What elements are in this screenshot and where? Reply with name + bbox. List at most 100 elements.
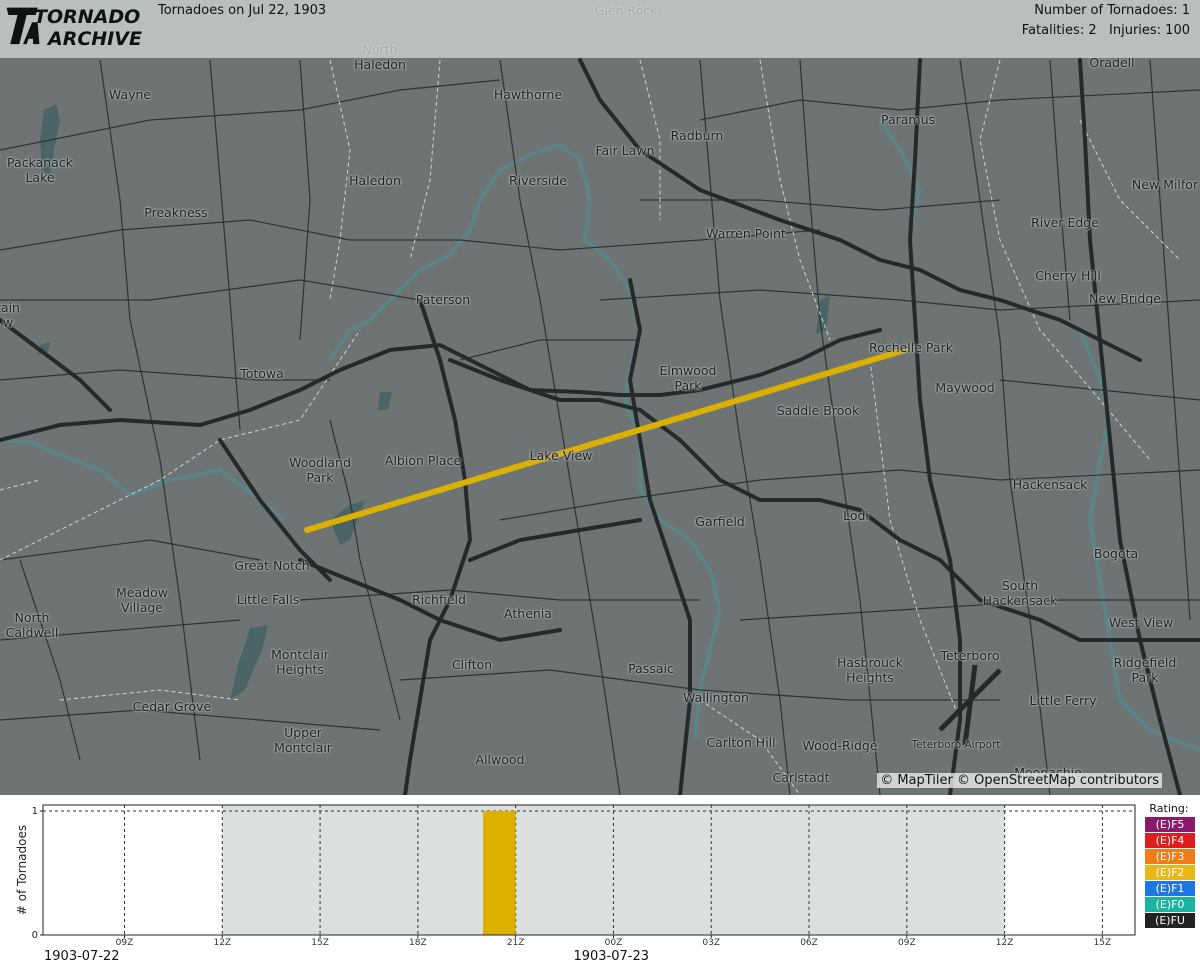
place-label-text: South xyxy=(1001,578,1039,593)
place-label: Bogota xyxy=(1094,546,1138,561)
place-label: Little Ferry xyxy=(1029,693,1096,708)
place-label: Woodland Park xyxy=(289,455,351,485)
tornado-count: Number of Tornadoes: 1 xyxy=(1034,3,1190,18)
place-label: New Milfor xyxy=(1132,177,1198,192)
place-label: Ridgefield Park xyxy=(1114,655,1177,685)
place-label: Little Falls xyxy=(237,592,300,607)
place-label-text: Bogota xyxy=(1093,546,1139,561)
place-label-text: Little Ferry xyxy=(1029,693,1097,708)
x-tick-label: 09Z xyxy=(116,938,134,948)
place-label-text: New Milfor xyxy=(1131,177,1199,192)
date-label: 1903-07-23 xyxy=(573,949,649,964)
place-label-text: w xyxy=(2,315,14,330)
date-label: 1903-07-22 xyxy=(44,949,120,964)
tornado-archive-logo[interactable]: TORNADO ARCHIVE xyxy=(4,4,154,54)
place-label: Albion Place xyxy=(385,453,461,468)
place-label: Carlton Hill xyxy=(706,735,775,750)
place-label-text: Haledon xyxy=(354,57,406,72)
place-label: Richfield xyxy=(412,592,466,607)
place-label-text: Hackensack xyxy=(982,593,1058,608)
casualty-stats: Fatalities: 2 Injuries: 100 xyxy=(1022,23,1190,38)
place-label-text: Meadow xyxy=(116,585,168,600)
place-label-text: Preakness xyxy=(144,205,208,220)
place-label-text: Woodland xyxy=(289,455,351,470)
place-label: Clifton xyxy=(452,657,492,672)
place-label-text: Elmwood xyxy=(659,363,717,378)
x-tick-label: 00Z xyxy=(605,938,623,948)
place-label-text: Lake View xyxy=(529,448,593,463)
injuries-count: Injuries: 100 xyxy=(1109,23,1190,38)
place-label-text: Cedar Grove xyxy=(132,699,212,714)
y-tick-label: 0 xyxy=(32,930,38,941)
place-label: Lake View xyxy=(530,448,593,463)
x-tick-label: 15Z xyxy=(1094,938,1112,948)
place-label-text: Hackensack xyxy=(1012,477,1088,492)
map-attribution[interactable]: © MapTiler © OpenStreetMap contributors xyxy=(877,773,1162,788)
place-label: North Caldwell xyxy=(6,610,59,640)
x-tick-label: 09Z xyxy=(898,938,916,948)
legend-item: (E)F1 xyxy=(1145,881,1195,896)
place-label-text: Heights xyxy=(846,670,894,685)
place-label: Hasbrouck Heights xyxy=(837,655,903,685)
place-label-text: Albion Place xyxy=(384,453,462,468)
place-label-text: North xyxy=(14,610,50,625)
place-label-text: Park xyxy=(674,378,702,393)
place-label-text: Carlton Hill xyxy=(706,735,776,750)
place-label: Riverside xyxy=(509,173,567,188)
place-label-text: Athenia xyxy=(504,606,552,621)
place-label: Lodi xyxy=(843,508,869,523)
place-label-text: Caldwell xyxy=(5,625,59,640)
place-label-text: Teterboro Airport xyxy=(911,739,1001,751)
place-label: Maywood xyxy=(935,380,994,395)
place-label-text: Heights xyxy=(276,662,324,677)
page-title: Tornadoes on Jul 22, 1903 xyxy=(158,3,327,18)
place-label-text: Village xyxy=(121,600,163,615)
place-label: Wallington xyxy=(683,690,749,705)
place-label-text: Wallington xyxy=(683,690,749,705)
x-tick-label: 18Z xyxy=(409,938,427,948)
x-tick-label: 12Z xyxy=(213,938,231,948)
tornado-track[interactable] xyxy=(304,347,908,533)
place-label-text: Wood-Ridge xyxy=(802,738,878,753)
boundaries xyxy=(0,59,1181,795)
x-tick-label: 15Z xyxy=(311,938,329,948)
place-label: Paramus xyxy=(881,112,935,127)
place-label-text: Garfield xyxy=(695,514,745,529)
place-label-text: Packanack xyxy=(7,155,73,170)
place-label: Cherry Hill xyxy=(1035,268,1101,283)
place-label-text: River Edge xyxy=(1031,215,1099,230)
place-label: Fair Lawn xyxy=(595,143,654,158)
minor-roads xyxy=(0,59,1200,795)
place-label: Montclair Heights xyxy=(271,647,329,677)
fatalities-count: Fatalities: 2 xyxy=(1021,23,1097,38)
map-view[interactable]: Glen RockNorthHaledonOradellWayneHawthor… xyxy=(0,0,1200,795)
place-label-text: Montclair xyxy=(274,740,332,755)
place-label: Great Notch xyxy=(234,558,309,573)
place-label: Radburn xyxy=(671,128,724,143)
place-label: Allwood xyxy=(476,752,525,767)
place-label: Paterson xyxy=(416,292,470,307)
place-label-text: Ridgefield xyxy=(1113,655,1177,670)
x-tick-label: 06Z xyxy=(800,938,818,948)
place-label-text: Haledon xyxy=(349,173,401,188)
place-label: Upper Montclair xyxy=(274,725,332,755)
place-label: New Bridge xyxy=(1089,291,1161,306)
legend-item: (E)F4 xyxy=(1145,833,1195,848)
place-label-text: Radburn xyxy=(670,128,724,143)
place-label: Teterboro xyxy=(940,648,999,663)
timeline-chart-svg: 09Z 12Z 15Z 18Z 21Z 00Z 03Z 06Z 09Z 12Z 15Z 0 1# of … xyxy=(15,804,1136,964)
place-label: Hackensack xyxy=(1013,477,1088,492)
place-label-text: Passaic xyxy=(628,661,674,676)
place-label-text: tain xyxy=(0,300,20,315)
legend-item: (E)F2 xyxy=(1145,865,1195,880)
x-tick-label: 03Z xyxy=(702,938,720,948)
logo-word-archive: ARCHIVE xyxy=(48,28,142,50)
place-label: Totowa xyxy=(240,366,284,381)
place-label: Wayne xyxy=(109,87,151,102)
place-label: Teterboro Airport xyxy=(912,738,1001,753)
place-label: Meadow Village xyxy=(116,585,168,615)
place-label-text: Park xyxy=(306,470,334,485)
map-base xyxy=(0,58,1200,795)
place-label-text: Clifton xyxy=(451,657,493,672)
place-label: Garfield xyxy=(695,514,744,529)
